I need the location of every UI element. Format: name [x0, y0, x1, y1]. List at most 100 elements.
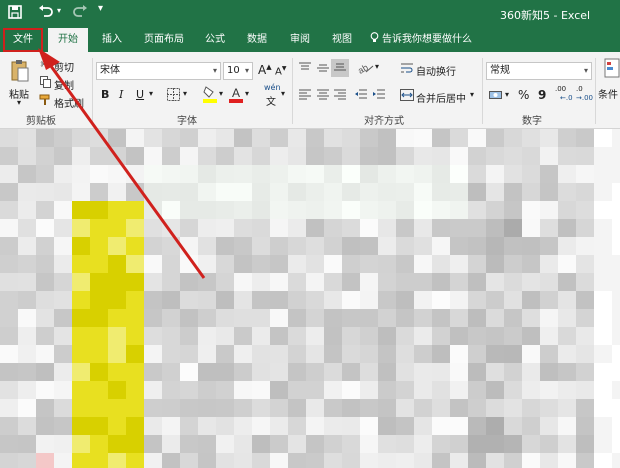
- tab-insert[interactable]: 插入: [96, 28, 128, 52]
- blurred-cell: [540, 237, 558, 255]
- bold-button[interactable]: B: [101, 88, 109, 101]
- fill-color-icon[interactable]: [203, 85, 217, 103]
- align-left-icon[interactable]: [298, 89, 312, 105]
- blurred-cell: [216, 201, 234, 219]
- blurred-cell: [612, 255, 620, 273]
- font-name-select[interactable]: 宋体 ▾: [96, 62, 221, 80]
- blurred-cell: [396, 363, 414, 381]
- paste-icon[interactable]: [10, 58, 30, 84]
- blurred-cell: [126, 273, 144, 291]
- blurred-cell: [378, 399, 396, 417]
- blurred-cell: [252, 381, 270, 399]
- blurred-cell: [252, 363, 270, 381]
- tab-page-layout[interactable]: 页面布局: [138, 28, 190, 52]
- blurred-cell: [90, 435, 108, 453]
- merge-dropdown-icon[interactable]: ▾: [470, 90, 474, 99]
- blurred-cell: [396, 399, 414, 417]
- merge-center-button[interactable]: 合并后居中: [416, 90, 466, 105]
- underline-button[interactable]: U: [136, 88, 144, 101]
- lightbulb-icon: [370, 28, 379, 52]
- blurred-cell: [342, 201, 360, 219]
- decrease-indent-icon[interactable]: [354, 89, 368, 105]
- align-top-icon[interactable]: [298, 62, 312, 78]
- phonetic-button[interactable]: wén: [264, 83, 281, 92]
- tab-formulas[interactable]: 公式: [198, 28, 232, 52]
- blurred-cell: [486, 255, 504, 273]
- customize-qat-icon[interactable]: ▾: [98, 3, 103, 14]
- grow-font-button[interactable]: A▲: [258, 63, 272, 77]
- blurred-cell: [54, 147, 72, 165]
- tab-data[interactable]: 数据: [240, 28, 274, 52]
- font-size-select[interactable]: 10 ▾: [223, 62, 253, 80]
- tab-home[interactable]: 开始: [48, 28, 88, 52]
- save-icon[interactable]: [8, 5, 22, 23]
- blurred-cell: [180, 399, 198, 417]
- blurred-cell: [342, 255, 360, 273]
- tab-file[interactable]: 文件: [3, 28, 43, 52]
- align-right-icon[interactable]: [333, 89, 347, 105]
- paste-dropdown-icon[interactable]: ▾: [17, 98, 21, 107]
- blurred-cell: [522, 291, 540, 309]
- worksheet-grid[interactable]: [0, 129, 620, 468]
- wrap-text-button[interactable]: 自动换行: [416, 63, 456, 78]
- accounting-dropdown-icon[interactable]: ▾: [505, 90, 509, 99]
- cut-button[interactable]: 剪切: [54, 59, 74, 74]
- align-bottom-icon[interactable]: [331, 59, 349, 77]
- blurred-cell: [450, 381, 468, 399]
- comma-style-button[interactable]: 9: [538, 88, 546, 102]
- blurred-cell: [378, 201, 396, 219]
- blurred-cell: [216, 345, 234, 363]
- percent-button[interactable]: %: [518, 88, 529, 102]
- orientation-dropdown-icon[interactable]: ▾: [375, 62, 379, 71]
- blurred-cell: [576, 453, 594, 468]
- blurred-cell: [54, 291, 72, 309]
- borders-dropdown-icon[interactable]: ▾: [183, 89, 187, 98]
- font-group-label: 字体: [177, 116, 197, 127]
- conditional-format-button[interactable]: 条件: [598, 86, 618, 101]
- increase-indent-icon[interactable]: [372, 89, 386, 105]
- blurred-cell: [288, 453, 306, 468]
- blurred-cell: [18, 147, 36, 165]
- blurred-cell: [36, 327, 54, 345]
- undo-dropdown-icon[interactable]: ▾: [57, 6, 61, 15]
- align-center-icon[interactable]: [316, 89, 330, 105]
- blurred-cell: [72, 129, 90, 147]
- blurred-cell: [576, 345, 594, 363]
- accounting-icon[interactable]: [489, 89, 503, 105]
- font-color-dropdown-icon[interactable]: ▾: [245, 89, 249, 98]
- blurred-cell: [36, 291, 54, 309]
- blurred-cell: [270, 201, 288, 219]
- blurred-cell: [612, 363, 620, 381]
- font-color-icon[interactable]: A: [229, 85, 243, 103]
- align-middle-icon[interactable]: [316, 62, 330, 78]
- tell-me-box[interactable]: 告诉我你想要做什么: [370, 28, 490, 52]
- italic-button[interactable]: I: [119, 88, 123, 101]
- blurred-cell: [288, 219, 306, 237]
- number-format-select[interactable]: 常规 ▾: [486, 62, 592, 80]
- copy-button[interactable]: 复制: [54, 77, 74, 92]
- tab-review[interactable]: 审阅: [283, 28, 317, 52]
- blurred-cell: [72, 255, 90, 273]
- tab-view[interactable]: 视图: [325, 28, 359, 52]
- shrink-font-button[interactable]: A▼: [275, 65, 286, 77]
- blurred-cell: [324, 219, 342, 237]
- undo-icon[interactable]: [38, 4, 54, 22]
- underline-dropdown-icon[interactable]: ▾: [149, 89, 153, 98]
- redo-icon[interactable]: [72, 4, 88, 22]
- borders-icon[interactable]: [166, 88, 180, 105]
- blurred-cell: [126, 147, 144, 165]
- blurred-cell: [612, 165, 620, 183]
- blurred-cell: [162, 417, 180, 435]
- fill-color-dropdown-icon[interactable]: ▾: [219, 89, 223, 98]
- format-painter-button[interactable]: 格式刷: [54, 95, 84, 110]
- blurred-cell: [504, 291, 522, 309]
- orientation-icon[interactable]: ab: [356, 61, 374, 78]
- blurred-cell: [558, 219, 576, 237]
- blurred-cell: [378, 381, 396, 399]
- blurred-cell: [558, 183, 576, 201]
- phonetic-dropdown-icon[interactable]: ▾: [281, 89, 285, 98]
- increase-decimal-button[interactable]: .00: [555, 85, 566, 93]
- blurred-cell: [540, 219, 558, 237]
- decrease-decimal-button[interactable]: .0: [576, 85, 583, 93]
- blurred-cell: [450, 273, 468, 291]
